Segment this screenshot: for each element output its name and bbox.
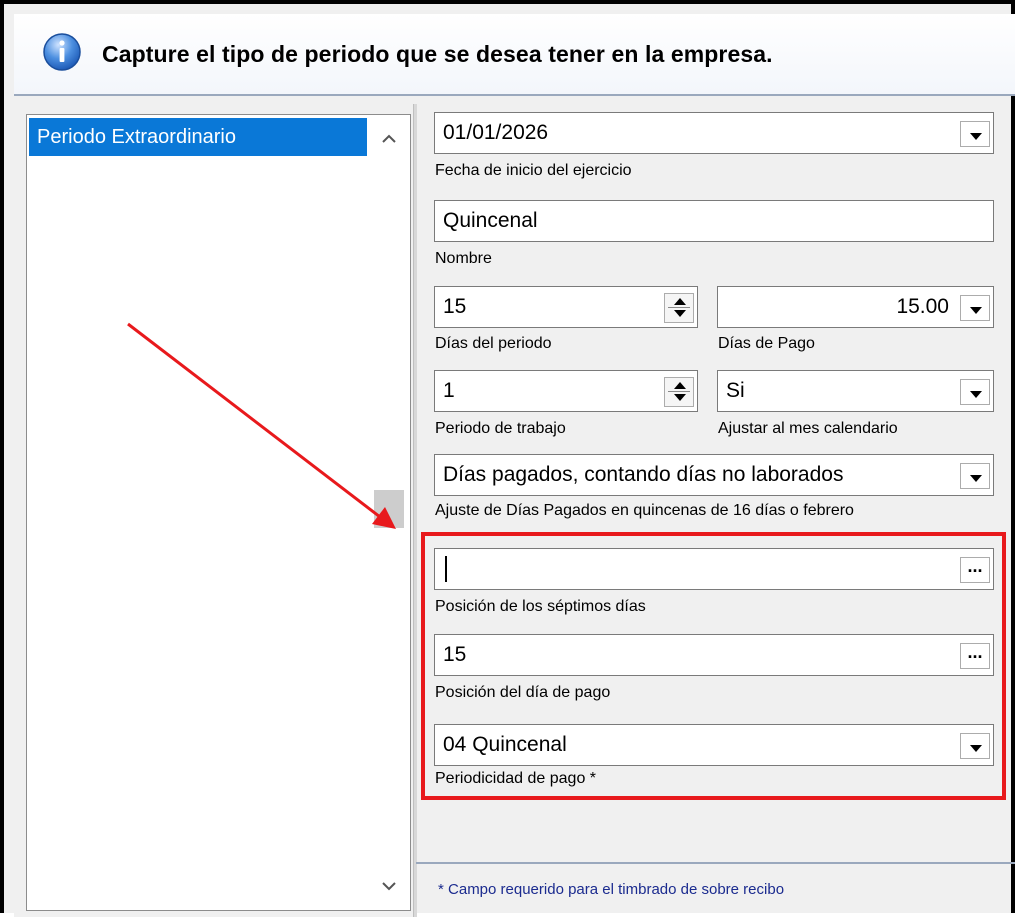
fecha-inicio-label: Fecha de inicio del ejercicio bbox=[435, 162, 632, 179]
ajustar-mes-value: Si bbox=[726, 379, 745, 402]
dropdown-arrow-icon[interactable] bbox=[960, 379, 990, 405]
dropdown-arrow-icon[interactable] bbox=[960, 295, 990, 321]
ajuste-dias-pagados-label: Ajuste de Días Pagados en quincenas de 1… bbox=[435, 502, 854, 519]
posicion-dia-pago-value: 15 bbox=[443, 643, 467, 666]
info-icon bbox=[43, 33, 81, 71]
period-list-panel: Periodo Extraordinario bbox=[14, 104, 413, 917]
chevron-down-icon[interactable] bbox=[380, 880, 398, 892]
posicion-septimos-input[interactable]: ... bbox=[434, 548, 994, 590]
form-panel: 01/01/2026 Fecha de inicio del ejercicio… bbox=[416, 104, 1015, 917]
list-item-periodo-extraordinario[interactable]: Periodo Extraordinario bbox=[29, 118, 367, 156]
required-field-note: * Campo requerido para el timbrado de so… bbox=[438, 881, 784, 898]
required-note-text: Campo requerido para el timbrado de sobr… bbox=[448, 881, 785, 898]
periodo-trabajo-spinner[interactable]: 1 bbox=[434, 370, 698, 412]
fecha-inicio-value: 01/01/2026 bbox=[443, 121, 549, 144]
periodicidad-pago-label: Periodicidad de pago * bbox=[435, 770, 597, 787]
dias-pago-label: Días de Pago bbox=[718, 335, 815, 352]
dias-periodo-value: 15 bbox=[443, 295, 467, 318]
scroll-thumb[interactable] bbox=[374, 490, 404, 528]
fecha-inicio-dropdown[interactable]: 01/01/2026 bbox=[434, 112, 994, 154]
dias-periodo-label: Días del periodo bbox=[435, 335, 552, 352]
spinner-arrows-icon[interactable] bbox=[664, 377, 694, 407]
posicion-septimos-label: Posición de los séptimos días bbox=[435, 598, 646, 615]
nombre-label: Nombre bbox=[435, 250, 492, 267]
dropdown-arrow-icon[interactable] bbox=[960, 121, 990, 147]
ellipsis-button[interactable]: ... bbox=[960, 643, 990, 669]
periodo-trabajo-label: Periodo de trabajo bbox=[435, 420, 566, 437]
nombre-input[interactable]: Quincenal bbox=[434, 200, 994, 242]
spinner-arrows-icon[interactable] bbox=[664, 293, 694, 323]
periodicidad-pago-dropdown[interactable]: 04 Quincenal bbox=[434, 724, 994, 766]
nombre-value: Quincenal bbox=[443, 209, 538, 232]
dropdown-arrow-icon[interactable] bbox=[960, 733, 990, 759]
header-banner: Capture el tipo de periodo que se desea … bbox=[14, 14, 1015, 96]
dialog-window: Capture el tipo de periodo que se desea … bbox=[0, 0, 1015, 917]
period-list[interactable]: Periodo Extraordinario bbox=[26, 114, 411, 911]
dias-pago-dropdown[interactable]: 15.00 bbox=[717, 286, 994, 328]
ajuste-dias-pagados-value: Días pagados, contando días no laborados bbox=[443, 463, 844, 486]
dias-pago-value: 15.00 bbox=[896, 295, 949, 318]
dropdown-arrow-icon[interactable] bbox=[960, 463, 990, 489]
ajustar-mes-dropdown[interactable]: Si bbox=[717, 370, 994, 412]
periodicidad-pago-value: 04 Quincenal bbox=[443, 733, 567, 756]
list-scrollbar[interactable] bbox=[368, 115, 410, 910]
dias-periodo-spinner[interactable]: 15 bbox=[434, 286, 698, 328]
required-star: * bbox=[438, 881, 444, 898]
ajustar-mes-label: Ajustar al mes calendario bbox=[718, 420, 898, 437]
text-caret bbox=[445, 556, 447, 582]
posicion-dia-pago-input[interactable]: 15 ... bbox=[434, 634, 994, 676]
ajuste-dias-pagados-dropdown[interactable]: Días pagados, contando días no laborados bbox=[434, 454, 994, 496]
periodo-trabajo-value: 1 bbox=[443, 379, 455, 402]
ellipsis-button[interactable]: ... bbox=[960, 557, 990, 583]
header-title: Capture el tipo de periodo que se desea … bbox=[102, 41, 773, 67]
posicion-dia-pago-label: Posición del día de pago bbox=[435, 684, 611, 701]
footer-divider bbox=[416, 862, 1015, 864]
chevron-up-icon[interactable] bbox=[380, 133, 398, 145]
